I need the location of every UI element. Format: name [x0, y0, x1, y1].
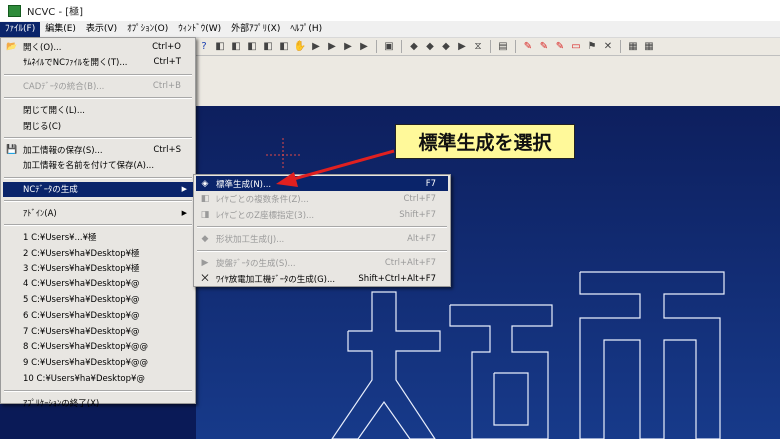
- pointer-arrow-icon: [276, 149, 395, 187]
